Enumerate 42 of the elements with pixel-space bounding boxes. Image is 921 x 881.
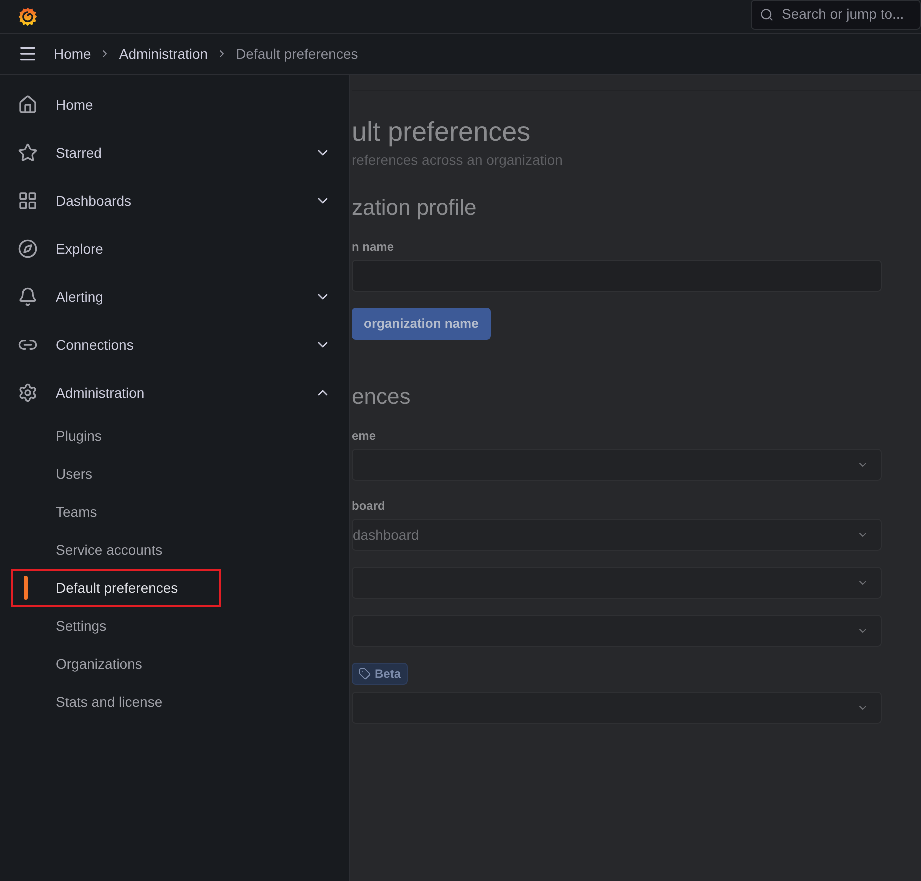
section-heading: zation profile: [352, 194, 478, 222]
sidebar-item[interactable]: Explore: [0, 225, 349, 273]
home-icon: [18, 95, 38, 115]
page-title: ult preferences: [352, 116, 532, 148]
breadcrumb-link[interactable]: Default preferences: [236, 44, 358, 64]
sidebar-subitem[interactable]: Organizations: [11, 645, 221, 683]
sidebar-item[interactable]: Administration: [0, 369, 349, 417]
beta-badge: Beta: [352, 663, 408, 685]
select-field[interactable]: [352, 615, 882, 647]
compass-icon: [18, 239, 38, 259]
settings-icon: [18, 383, 38, 403]
sidebar-item[interactable]: Starred: [0, 129, 349, 177]
save-button[interactable]: organization name: [352, 308, 491, 340]
search-icon: [760, 8, 774, 22]
sidebar-item[interactable]: Alerting: [0, 273, 349, 321]
sidebar-subitem[interactable]: Users: [11, 455, 221, 493]
logo-icon[interactable]: [17, 6, 39, 28]
sidebar-subitem[interactable]: Stats and license: [11, 683, 221, 721]
active-indicator: [24, 576, 28, 600]
sidebar-subitem[interactable]: Service accounts: [11, 531, 221, 569]
star-icon: [18, 143, 38, 163]
search-field[interactable]: Search or jump to...: [751, 0, 921, 30]
sidebar-item[interactable]: Home: [0, 81, 349, 129]
select-field[interactable]: [352, 567, 882, 599]
page-subtitle: references across an organization: [352, 151, 564, 170]
grid-icon: [18, 191, 38, 211]
breadcrumb-link[interactable]: Home: [54, 44, 92, 64]
field-label: board: [352, 498, 386, 515]
breadcrumb-link[interactable]: Administration: [119, 44, 208, 64]
field-label: eme: [352, 428, 378, 445]
sidebar-subitem[interactable]: Teams: [11, 493, 221, 531]
bell-icon: [18, 287, 38, 307]
sidebar-subitem[interactable]: Plugins: [11, 417, 221, 455]
sidebar-item[interactable]: Connections: [0, 321, 349, 369]
sidebar-item[interactable]: Dashboards: [0, 177, 349, 225]
select-field[interactable]: [352, 692, 882, 724]
sidebar-subitem[interactable]: Settings: [11, 607, 221, 645]
section-heading: ences: [352, 383, 412, 411]
field-label: n name: [352, 239, 396, 256]
sidebar-subitem[interactable]: Default preferences: [11, 569, 221, 607]
select-field[interactable]: [352, 449, 882, 481]
tag-icon: [359, 668, 371, 680]
